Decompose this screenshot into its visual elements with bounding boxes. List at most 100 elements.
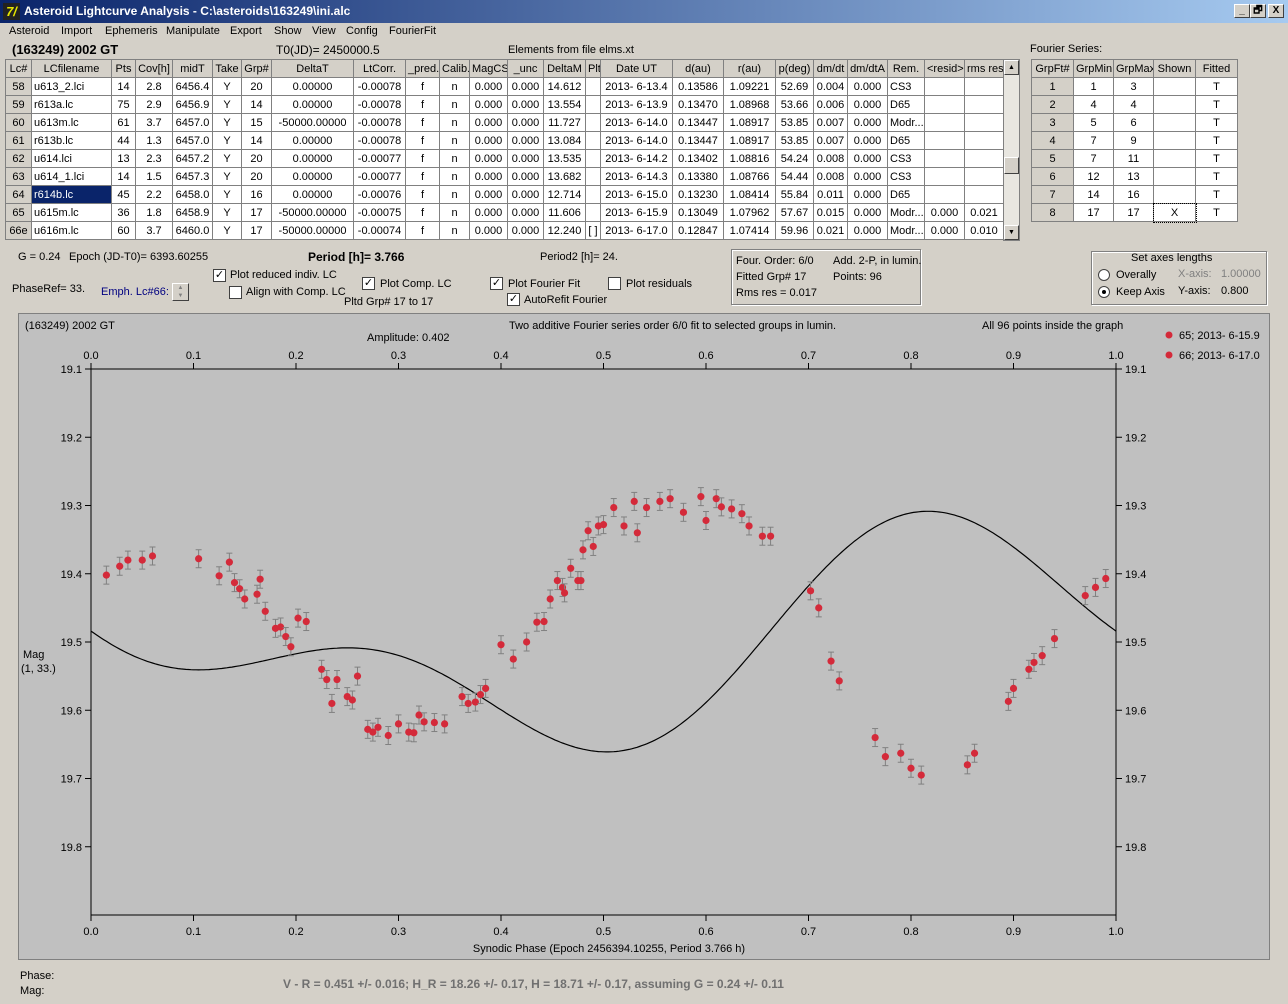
lc-cell[interactable]: Y	[212, 131, 242, 150]
lc-row-header[interactable]: 59	[5, 95, 32, 114]
lc-cell[interactable]: 3.7	[135, 113, 173, 132]
fourier-cell[interactable]: T	[1195, 131, 1238, 150]
fourier-cell[interactable]: 4	[1113, 95, 1154, 114]
lc-col-header[interactable]: Take	[212, 59, 242, 78]
lc-row-header[interactable]: 58	[5, 77, 32, 96]
fourier-cell[interactable]: T	[1195, 95, 1238, 114]
lc-cell[interactable]: 0.000	[507, 221, 544, 240]
lc-col-header[interactable]: LtCorr.	[353, 59, 406, 78]
lc-cell[interactable]	[924, 77, 965, 96]
lc-cell[interactable]: 1.08917	[723, 113, 776, 132]
lc-cell[interactable]: 1.09221	[723, 77, 776, 96]
lc-cell[interactable]: 75	[111, 95, 136, 114]
lc-cell[interactable]: 1.08917	[723, 131, 776, 150]
lc-cell[interactable]: 0.000	[847, 95, 888, 114]
lc-cell[interactable]: 6457.3	[172, 167, 213, 186]
lc-cell[interactable]: 6456.9	[172, 95, 213, 114]
lc-cell[interactable]: 0.000	[469, 185, 508, 204]
lc-cell[interactable]: 17	[241, 203, 272, 222]
lc-cell[interactable]: r614b.lc	[31, 185, 112, 204]
lc-cell[interactable]: 0.000	[507, 185, 544, 204]
lc-cell[interactable]: r613b.lc	[31, 131, 112, 150]
lc-cell[interactable]: -0.00078	[353, 95, 406, 114]
lc-cell[interactable]: 2013- 6-13.9	[600, 95, 673, 114]
fourier-row-header[interactable]: 7	[1031, 185, 1074, 204]
fourier-table-row[interactable]: 6 12 13 T	[1031, 167, 1238, 186]
lc-cell[interactable]: 2013- 6-13.4	[600, 77, 673, 96]
lc-col-header[interactable]: DeltaT	[271, 59, 354, 78]
lc-col-header[interactable]: dm/dt	[813, 59, 848, 78]
lc-cell[interactable]	[585, 77, 601, 96]
lc-cell[interactable]: 0.000	[924, 221, 965, 240]
lc-col-header[interactable]: rms res	[964, 59, 1004, 78]
lc-cell[interactable]: 0.000	[507, 77, 544, 96]
lc-cell[interactable]: 0.13380	[672, 167, 724, 186]
plot-residuals-checkbox[interactable]	[608, 277, 621, 290]
fourier-cell[interactable]: 14	[1073, 185, 1114, 204]
lc-cell[interactable]: 53.85	[775, 113, 814, 132]
lc-cell[interactable]: -50000.00000	[271, 113, 354, 132]
lc-cell[interactable]: 57.67	[775, 203, 814, 222]
fourier-cell[interactable]: 5	[1073, 113, 1114, 132]
lc-table-row[interactable]: 59 r613a.lc 75 2.9 6456.9 Y 14 0.00000 -0.00078 f…	[5, 95, 1004, 114]
fourier-cell[interactable]: 3	[1113, 77, 1154, 96]
lc-cell[interactable]: u614_1.lci	[31, 167, 112, 186]
lc-cell[interactable]: 14	[241, 131, 272, 150]
lc-cell[interactable]: 0.000	[847, 221, 888, 240]
lc-row-header[interactable]: 63	[5, 167, 32, 186]
lc-cell[interactable]: 12.714	[543, 185, 586, 204]
lc-cell[interactable]	[585, 149, 601, 168]
lc-cell[interactable]: 55.84	[775, 185, 814, 204]
menu-export[interactable]: Export	[230, 25, 262, 37]
lc-cell[interactable]: 0.000	[469, 113, 508, 132]
lc-cell[interactable]: 6456.4	[172, 77, 213, 96]
fourier-cell[interactable]: T	[1195, 149, 1238, 168]
lc-cell[interactable]: 0.13586	[672, 77, 724, 96]
lc-cell[interactable]: 2013- 6-14.0	[600, 113, 673, 132]
lc-cell[interactable]: f	[405, 77, 440, 96]
lc-cell[interactable]: 0.00000	[271, 167, 354, 186]
lc-cell[interactable]: 11.606	[543, 203, 586, 222]
lc-cell[interactable]: 6460.0	[172, 221, 213, 240]
lc-cell[interactable]: u616m.lc	[31, 221, 112, 240]
lc-cell[interactable]: 3.7	[135, 221, 173, 240]
lc-cell[interactable]: 0.13447	[672, 113, 724, 132]
lc-cell[interactable]: 0.13402	[672, 149, 724, 168]
lc-cell[interactable]: 0.015	[813, 203, 848, 222]
lc-cell[interactable]: Y	[212, 149, 242, 168]
lc-cell[interactable]: n	[439, 167, 470, 186]
lc-cell[interactable]: 6458.0	[172, 185, 213, 204]
lightcurve-plot[interactable]: 0.0 0.0 0.1 0.1 0.2 0.2 0.3 0.3 0.4 0.4 0.5 0.5 0.6 0…	[18, 313, 1270, 960]
lc-cell[interactable]: -0.00076	[353, 185, 406, 204]
close-button[interactable]: X	[1268, 4, 1284, 18]
lc-cell[interactable]: -0.00074	[353, 221, 406, 240]
lc-cell[interactable]: 61	[111, 113, 136, 132]
lc-cell[interactable]: 0.000	[507, 95, 544, 114]
shown-cell[interactable]	[1153, 149, 1196, 168]
lc-cell[interactable]	[924, 185, 965, 204]
fourier-cell[interactable]: 16	[1113, 185, 1154, 204]
lc-cell[interactable]: 36	[111, 203, 136, 222]
lc-cell[interactable]: 1.07962	[723, 203, 776, 222]
fourier-col-header[interactable]: GrpFt#	[1031, 59, 1074, 78]
lc-cell[interactable]	[964, 149, 1004, 168]
shown-cell[interactable]: X	[1152, 202, 1197, 223]
lc-cell[interactable]: 1.5	[135, 167, 173, 186]
fourier-table-row[interactable]: 8 17 17 X T	[1031, 202, 1238, 223]
lc-cell[interactable]: 0.00000	[271, 95, 354, 114]
lc-cell[interactable]	[585, 95, 601, 114]
lc-cell[interactable]: -0.00078	[353, 131, 406, 150]
lc-cell[interactable]: 2013- 6-14.3	[600, 167, 673, 186]
lc-cell[interactable]: 16	[241, 185, 272, 204]
lc-col-header[interactable]: DeltaM	[543, 59, 586, 78]
lc-table-row[interactable]: 62 u614.lci 13 2.3 6457.2 Y 20 0.00000 -0.00077 f…	[5, 149, 1004, 168]
lc-cell[interactable]	[964, 185, 1004, 204]
shown-cell[interactable]	[1153, 185, 1196, 204]
lc-col-header[interactable]: _pred.	[405, 59, 440, 78]
lc-cell[interactable]: 0.021	[964, 203, 1004, 222]
fourier-table-row[interactable]: 113T	[1031, 77, 1238, 96]
lc-cell[interactable]: -0.00077	[353, 167, 406, 186]
menu-show[interactable]: Show	[274, 25, 302, 37]
shown-cell[interactable]	[1153, 131, 1196, 150]
lc-cell[interactable]: 53.85	[775, 131, 814, 150]
